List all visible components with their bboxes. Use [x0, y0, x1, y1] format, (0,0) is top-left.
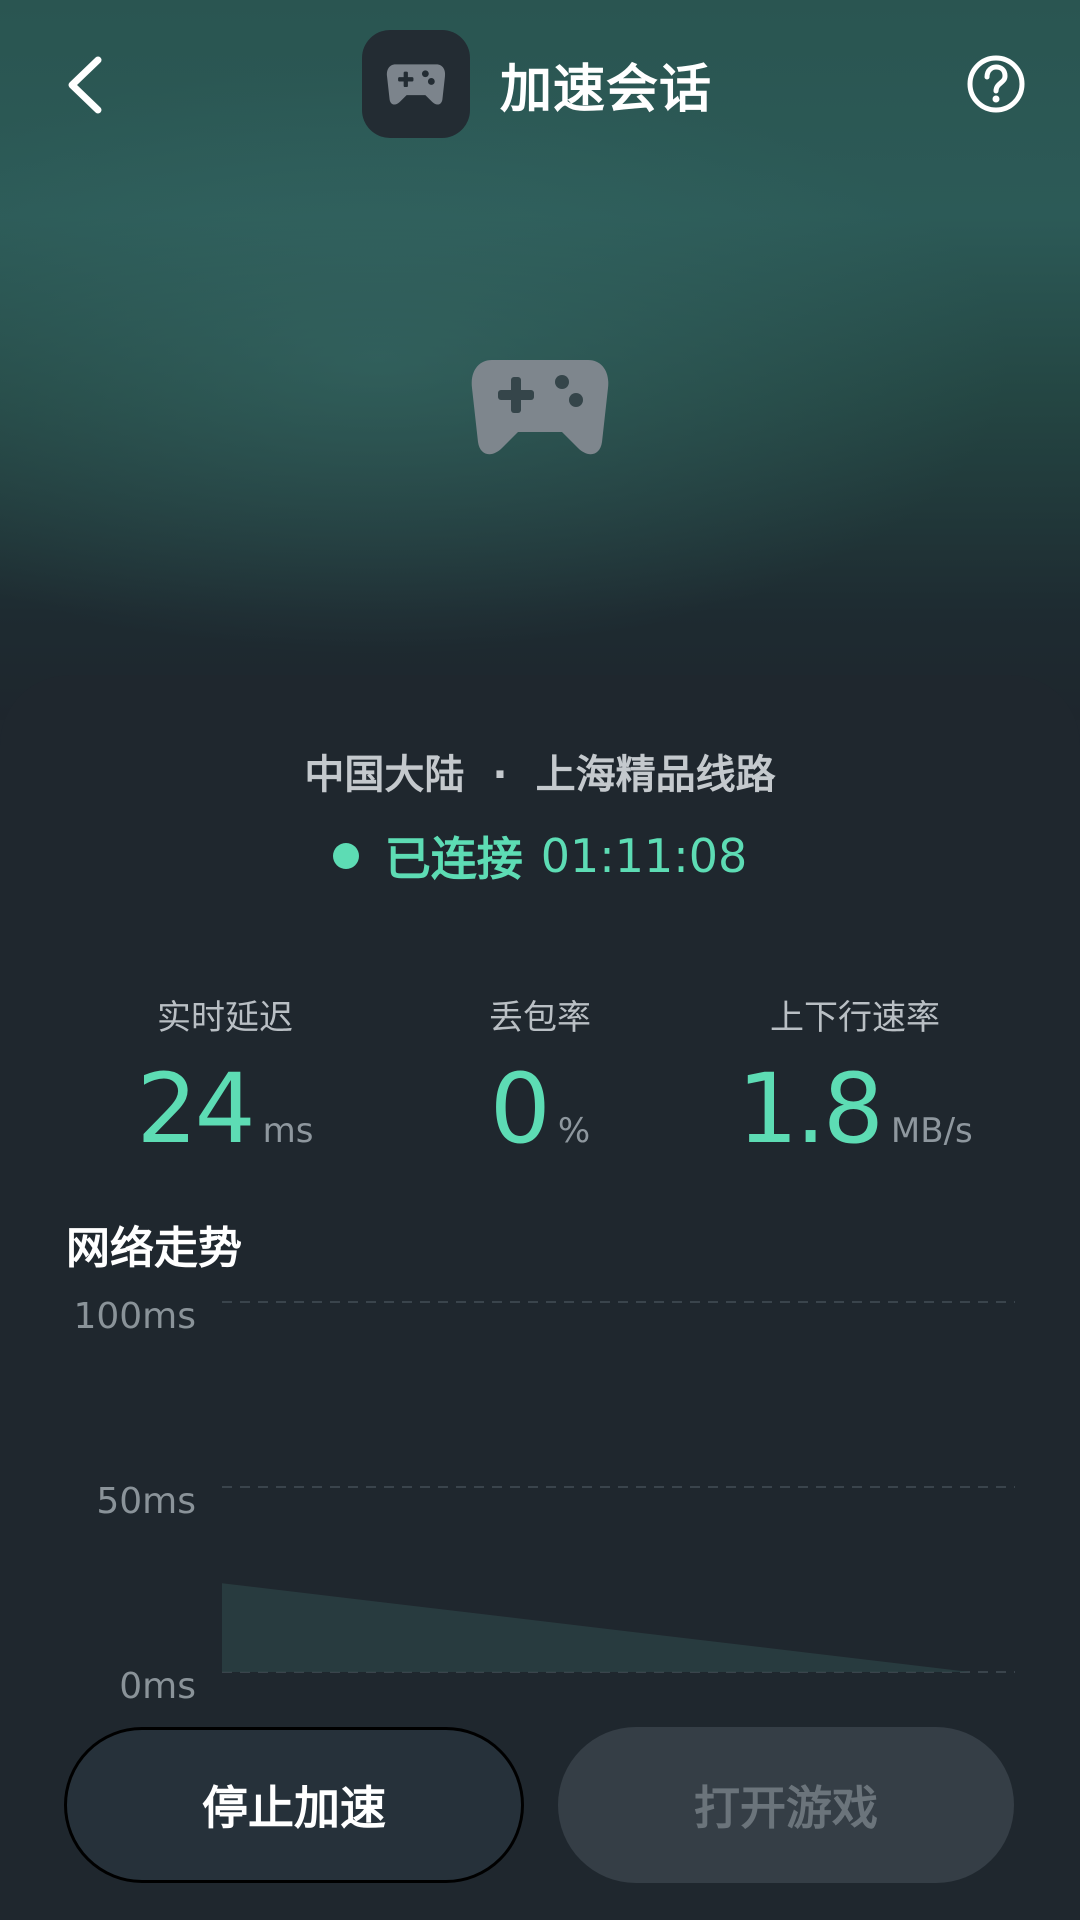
stat-latency: 实时延迟 24 ms [60, 990, 390, 1157]
status-dot-icon [332, 843, 359, 869]
route-info: 中国大陆 · 上海精品线路 [0, 742, 1080, 800]
header-title-group: 加速会话 [362, 30, 712, 138]
y-tick-label: 100ms [73, 1296, 196, 1337]
session-screen: 加速会话 中国大陆 · 上海精品线路 已连接 01:11:08 实时延迟 24 ms [0, 0, 1080, 1920]
stat-value: 1.8 [737, 1053, 884, 1165]
hero-gamepad-icon [471, 360, 609, 455]
y-tick-label: 0ms [119, 1666, 196, 1700]
open-button-label: 打开游戏 [694, 1781, 878, 1835]
gamepad-icon [386, 64, 446, 105]
status-label: 已连接 [384, 832, 523, 886]
trend-title: 网络走势 [66, 1223, 242, 1274]
open-game-button[interactable]: 打开游戏 [558, 1727, 1014, 1883]
stat-bandwidth: 上下行速率 1.8 MB/s [690, 990, 1020, 1157]
region-label: 中国大陆 [304, 752, 465, 798]
stat-unit: % [557, 1111, 591, 1151]
route-separator: · [492, 752, 508, 798]
network-trend-chart: 100ms 50ms 0ms [73, 1296, 1015, 1700]
stop-acceleration-button[interactable]: 停止加速 [64, 1727, 524, 1883]
stat-label: 丢包率 [489, 998, 591, 1038]
latency-area [222, 1583, 970, 1672]
y-tick-label: 50ms [96, 1481, 196, 1522]
page-title: 加速会话 [500, 59, 713, 120]
stat-packet-loss: 丢包率 0 % [375, 990, 705, 1157]
help-button[interactable] [964, 52, 1028, 116]
stat-value: 0 [489, 1053, 551, 1165]
elapsed-time: 01:11:08 [540, 829, 748, 883]
stat-unit: MB/s [890, 1111, 973, 1151]
stop-button-label: 停止加速 [202, 1781, 386, 1835]
question-circle-icon [967, 55, 1025, 113]
stat-unit: ms [262, 1111, 314, 1151]
stat-label: 上下行速率 [770, 998, 940, 1038]
route-label: 上海精品线路 [535, 752, 776, 798]
chevron-left-icon [68, 56, 102, 114]
app-icon [362, 30, 470, 138]
stat-label: 实时延迟 [157, 998, 293, 1038]
back-button[interactable] [58, 50, 118, 120]
connection-status: 已连接 01:11:08 [0, 823, 1080, 889]
stat-value: 24 [136, 1053, 256, 1165]
